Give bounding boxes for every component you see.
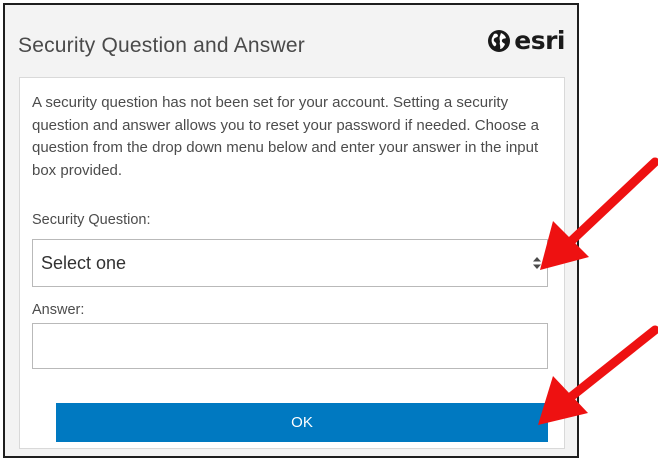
security-question-select[interactable]: Select one xyxy=(32,239,548,287)
ok-button[interactable]: OK xyxy=(56,403,548,442)
screenshot-stage: Security Question and Answer esri A secu… xyxy=(0,0,658,466)
answer-label: Answer: xyxy=(32,302,85,318)
esri-logo: esri xyxy=(487,26,565,55)
security-question-selected-value: Select one xyxy=(41,253,127,273)
brand-name: esri xyxy=(514,26,565,55)
form-panel: A security question has not been set for… xyxy=(19,77,565,449)
answer-input[interactable] xyxy=(32,323,548,369)
security-question-label: Security Question: xyxy=(32,212,151,228)
intro-text: A security question has not been set for… xyxy=(32,94,539,179)
dialog-header: Security Question and Answer esri xyxy=(5,5,577,77)
security-dialog: Security Question and Answer esri A secu… xyxy=(3,3,579,458)
globe-icon xyxy=(488,30,511,52)
dialog-title: Security Question and Answer xyxy=(18,34,305,57)
up-down-caret-icon xyxy=(533,257,541,269)
